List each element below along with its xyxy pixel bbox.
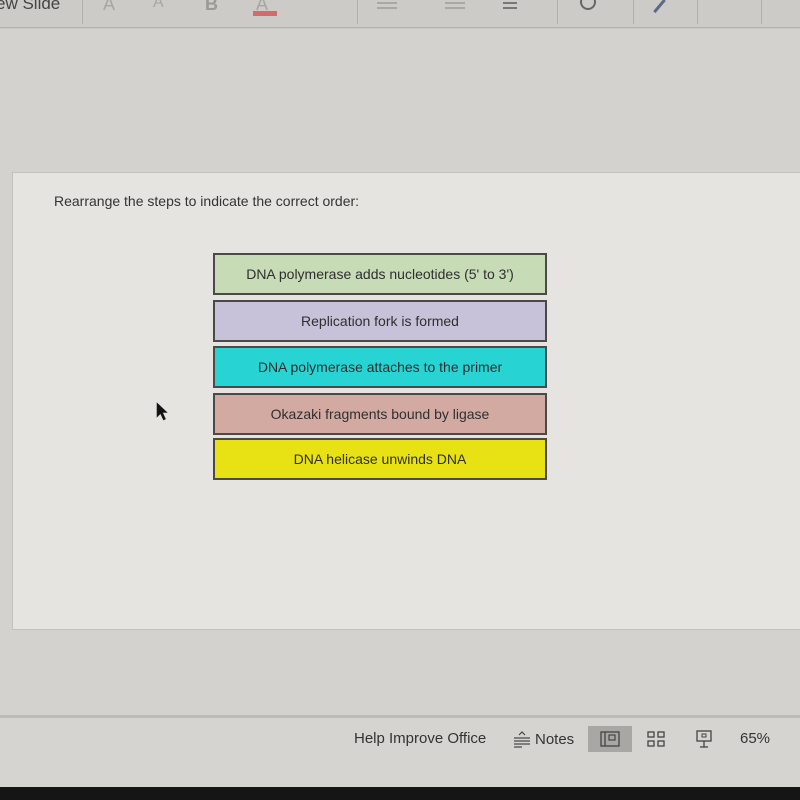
numbered-list-icon[interactable] [445,2,465,16]
align-chevron-down-icon[interactable]: ∨ [535,0,544,2]
font-color-swatch [253,11,277,16]
ribbon-divider [761,0,762,24]
bold-button[interactable]: B [205,0,218,15]
more-font-options-button[interactable]: ••• [312,0,328,4]
bullets-list-icon[interactable] [377,2,397,16]
draggable-step[interactable]: Replication fork is formed [213,300,547,342]
slide-workspace: Rearrange the steps to indicate the corr… [0,29,800,715]
presenter-screen-icon [696,730,712,748]
ribbon-divider [697,0,698,24]
increase-font-size-button[interactable]: A [103,0,115,15]
ribbon-divider [357,0,358,24]
screen-bezel [0,787,800,800]
ribbon-divider [633,0,634,24]
ribbon-toolbar: ew Slide A A B A ••• ∨ ∨ ••• [0,0,800,28]
more-options-button[interactable]: ••• [715,0,731,4]
draggable-step[interactable]: DNA polymerase adds nucleotides (5' to 3… [213,253,547,295]
notes-label: Notes [535,730,575,748]
mouse-pointer-icon [156,402,168,421]
slide-canvas[interactable]: Rearrange the steps to indicate the corr… [12,172,800,630]
new-slide-button[interactable]: ew Slide [0,0,60,14]
notes-button[interactable]: Notes [512,730,574,748]
normal-view-icon [600,731,620,747]
help-improve-office-link[interactable]: Help Improve Office [354,730,486,747]
ribbon-divider [557,0,558,24]
zoom-level[interactable]: 65% [740,730,770,747]
shapes-chevron-down-icon[interactable]: ∨ [612,0,621,2]
draggable-step[interactable]: DNA helicase unwinds DNA [213,438,547,480]
align-text-icon[interactable] [503,2,517,16]
question-prompt: Rearrange the steps to indicate the corr… [54,193,360,209]
slideshow-view-button[interactable] [682,726,726,752]
pen-icon[interactable] [653,0,666,14]
ribbon-divider [82,0,83,24]
shapes-icon[interactable] [580,0,596,10]
slide-sorter-icon [647,731,665,747]
draggable-step[interactable]: Okazaki fragments bound by ligase [213,393,547,435]
decrease-font-size-button[interactable]: A [153,0,164,12]
draggable-step[interactable]: DNA polymerase attaches to the primer [213,346,547,388]
normal-view-button[interactable] [588,726,632,752]
slide-sorter-view-button[interactable] [634,726,678,752]
notes-icon [514,731,530,748]
status-bar: Help Improve Office Notes 65% [0,715,800,787]
